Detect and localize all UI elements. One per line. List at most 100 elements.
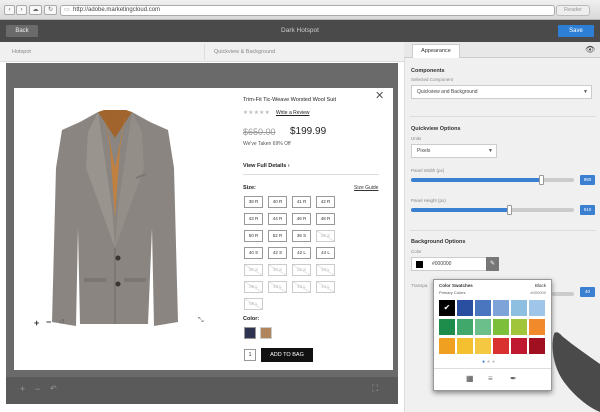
size-option: 36 L: [244, 281, 263, 293]
add-to-bag-button[interactable]: ADD TO BAG: [261, 348, 313, 362]
back-arrow-icon[interactable]: ‹: [4, 5, 15, 15]
size-option[interactable]: 40 S: [244, 247, 263, 259]
chevron-down-icon: ▼: [583, 89, 588, 95]
size-option: 40 L: [268, 281, 287, 293]
color-swatch[interactable]: [475, 300, 491, 316]
color-field[interactable]: #000000: [411, 257, 497, 271]
selected-color-name: Black: [534, 283, 546, 288]
divider: [243, 174, 379, 175]
page-dots[interactable]: ●●●: [482, 359, 497, 365]
slider-fill: [411, 178, 542, 182]
swatch-selected[interactable]: ✔: [439, 300, 455, 316]
zoom-out-icon[interactable]: −: [46, 317, 51, 327]
slider-handle[interactable]: [506, 205, 512, 215]
undo-icon[interactable]: ↶: [50, 384, 57, 394]
remove-icon[interactable]: −: [35, 384, 40, 394]
tab-hotspot[interactable]: Hotspot: [12, 42, 31, 62]
close-icon[interactable]: ✕: [375, 91, 384, 102]
color-swatch-tan[interactable]: [260, 327, 272, 339]
panel-width-label: Panel Width (px): [411, 168, 445, 173]
popup-subtitle: Primary Colors: [439, 290, 466, 295]
slider-handle[interactable]: [539, 175, 545, 185]
discount-text: We've Taken 69% Off: [243, 141, 291, 147]
zoom-in-icon[interactable]: +: [34, 318, 39, 328]
color-swatch[interactable]: [529, 338, 545, 354]
forward-arrow-icon[interactable]: ›: [16, 5, 27, 15]
color-swatch[interactable]: [511, 338, 527, 354]
size-label: Size:: [243, 185, 256, 191]
add-icon[interactable]: +: [20, 384, 25, 394]
color-swatch[interactable]: [457, 319, 473, 335]
color-swatch[interactable]: [493, 338, 509, 354]
back-button[interactable]: Back: [6, 25, 38, 37]
cloud-icon[interactable]: ☁: [29, 5, 42, 15]
save-button[interactable]: Save: [558, 25, 594, 37]
color-swatch[interactable]: [457, 338, 473, 354]
color-swatch[interactable]: [511, 319, 527, 335]
eye-icon[interactable]: 👁: [585, 45, 595, 54]
size-option[interactable]: 42 L: [292, 247, 311, 259]
fit-screen-icon[interactable]: ⛶: [372, 383, 378, 393]
view-full-details-link[interactable]: View Full Details ›: [243, 163, 290, 169]
color-preview: [416, 261, 423, 268]
panel-height-value[interactable]: 610: [580, 205, 595, 215]
color-picker-button[interactable]: ✎: [486, 257, 499, 271]
size-option[interactable]: 40 R: [268, 196, 287, 208]
swatch-grid-icon[interactable]: ▦: [466, 374, 474, 383]
size-option[interactable]: 46 R: [292, 213, 311, 225]
reset-icon[interactable]: ↺: [59, 318, 65, 326]
write-review-link[interactable]: Write a Review: [276, 110, 310, 116]
left-tab-bar: [0, 42, 404, 62]
background-options-header: Background Options: [411, 239, 466, 245]
size-option: 40 S: [268, 264, 287, 276]
color-swatch[interactable]: [493, 319, 509, 335]
eyedropper-icon[interactable]: ✒: [510, 374, 517, 383]
reader-button[interactable]: Reader: [556, 5, 590, 16]
color-swatch[interactable]: [439, 338, 455, 354]
color-swatch-navy[interactable]: [244, 327, 256, 339]
color-swatch[interactable]: [475, 338, 491, 354]
quantity-input[interactable]: 1: [244, 349, 256, 361]
color-label: Color:: [243, 316, 260, 322]
size-option[interactable]: 52 R: [268, 230, 287, 242]
transparency-value[interactable]: 40: [580, 287, 595, 297]
size-option[interactable]: 38 R: [244, 196, 263, 208]
panel-width-value[interactable]: 980: [580, 175, 595, 185]
color-swatch[interactable]: [439, 319, 455, 335]
units-select[interactable]: Pixels ▼: [411, 144, 497, 158]
size-option[interactable]: 42 R: [316, 196, 335, 208]
size-guide-link[interactable]: Size Guide: [354, 185, 378, 191]
color-swatch[interactable]: [457, 300, 473, 316]
selected-component-select[interactable]: Quickview and Background ▼: [411, 85, 592, 99]
transparency-slider[interactable]: [552, 292, 574, 296]
size-option[interactable]: 41 R: [292, 196, 311, 208]
chevron-down-icon: ▼: [488, 148, 493, 154]
quickview-options-header: Quickview Options: [411, 126, 461, 132]
size-option[interactable]: 44 R: [268, 213, 287, 225]
page-icon: ▭: [64, 7, 70, 13]
tab-appearance[interactable]: Appearance: [412, 44, 460, 58]
color-swatch[interactable]: [529, 300, 545, 316]
url-field[interactable]: ▭ http://adobe.marketingcloud.com: [60, 5, 555, 16]
divider: [410, 230, 596, 231]
fullscreen-icon[interactable]: ⤡: [198, 317, 204, 325]
size-option[interactable]: 44 L: [316, 247, 335, 259]
touch-hand-image: [552, 332, 600, 412]
page-title: Dark Hotspot: [281, 27, 319, 34]
sliders-icon[interactable]: ≡: [488, 374, 493, 383]
color-swatch[interactable]: [529, 319, 545, 335]
color-swatch[interactable]: [511, 300, 527, 316]
panel-height-slider[interactable]: [411, 205, 574, 215]
size-option[interactable]: 48 R: [316, 213, 335, 225]
color-swatch[interactable]: [475, 319, 491, 335]
color-swatch[interactable]: [493, 300, 509, 316]
size-option[interactable]: 50 R: [244, 230, 263, 242]
panel-width-slider[interactable]: [411, 175, 574, 185]
size-option[interactable]: 42 S: [268, 247, 287, 259]
size-option[interactable]: 36 S: [292, 230, 311, 242]
reload-icon[interactable]: ↻: [44, 5, 57, 15]
old-price: $650.00: [243, 127, 276, 137]
product-image: [52, 110, 178, 326]
tab-quickview-background[interactable]: Quickview & Background: [214, 42, 275, 62]
size-option[interactable]: 43 R: [244, 213, 263, 225]
